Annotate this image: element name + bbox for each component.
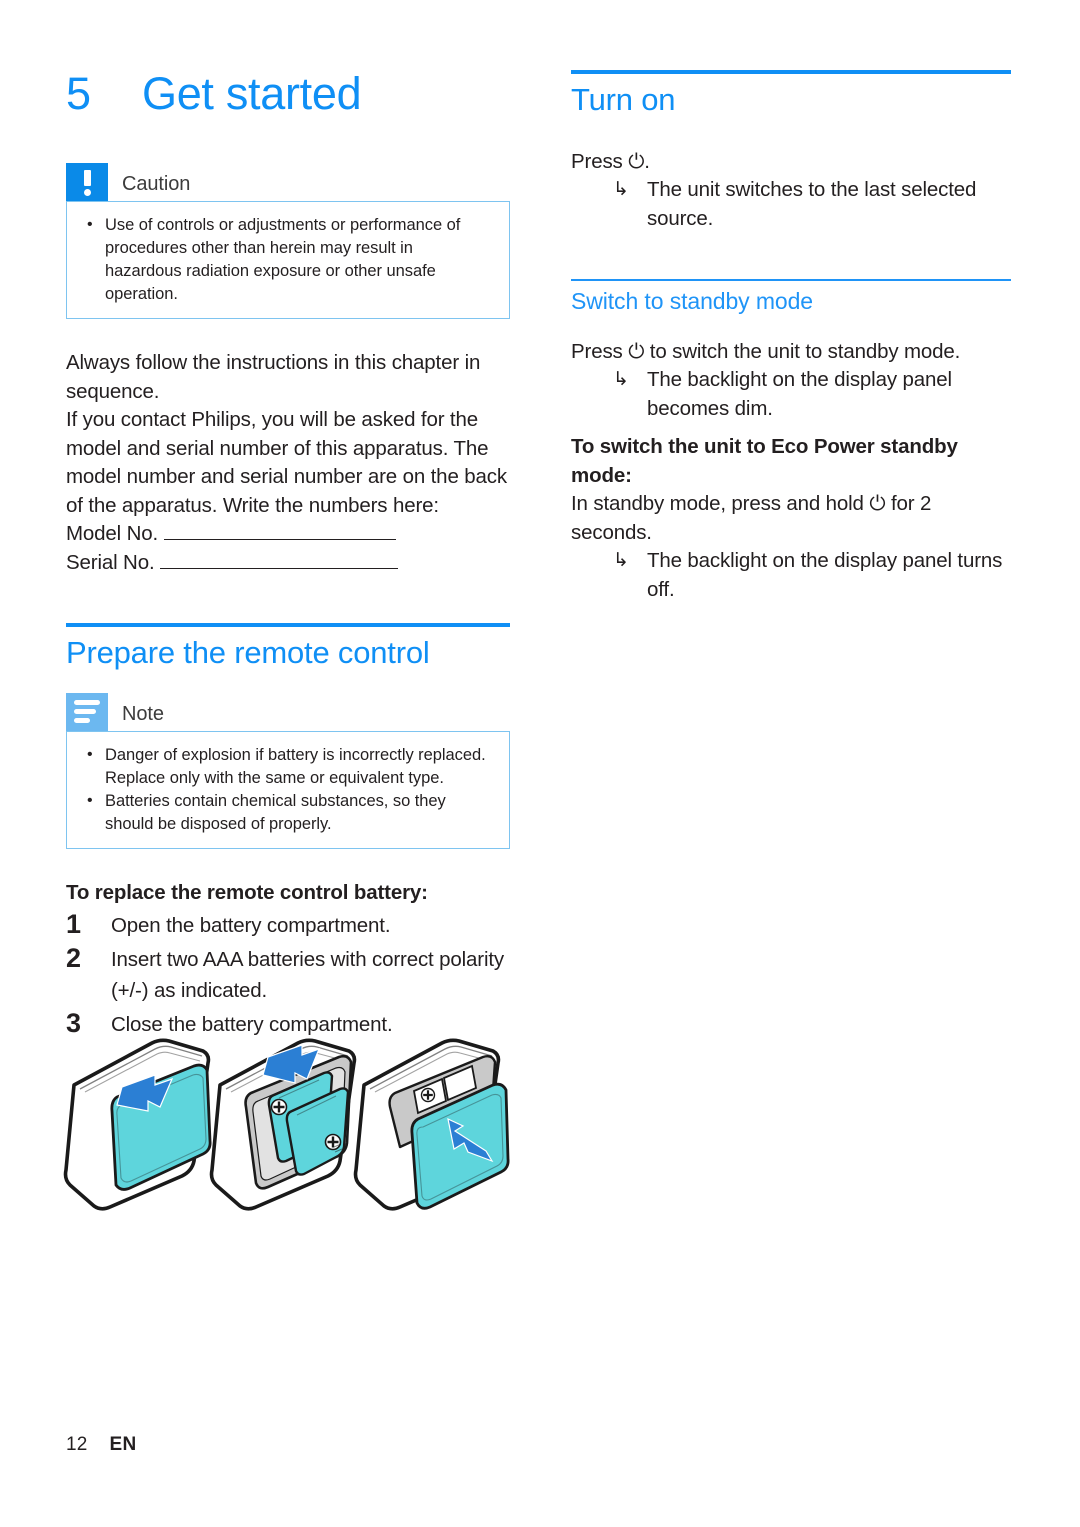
result-text: The unit switches to the last selected s… xyxy=(647,178,977,230)
caution-callout-header: Caution xyxy=(66,163,510,202)
right-column: Turn on Press ⏻. ↳ The unit switches to … xyxy=(571,70,1011,604)
footer-page-number: 12 xyxy=(66,1434,88,1455)
step-text: Open the battery compartment. xyxy=(111,914,391,938)
result-arrow-icon: ↳ xyxy=(613,179,629,201)
remote-step-3 xyxy=(353,1038,510,1211)
steps-lead: To replace the remote control battery: xyxy=(66,880,428,904)
manual-page: 5 Get started Caution Use of controls or… xyxy=(0,0,1080,1527)
caution-list: Use of controls or adjustments or perfor… xyxy=(81,213,493,306)
left-column: 5 Get started Caution Use of controls or… xyxy=(66,70,510,1040)
remote-step-2 xyxy=(209,1038,357,1211)
chapter-heading: 5 Get started xyxy=(66,68,510,119)
eco-power-heading: To switch the unit to Eco Power standby … xyxy=(571,435,958,487)
serial-number-blank[interactable] xyxy=(160,551,399,569)
standby-result: ↳ The backlight on the display panel bec… xyxy=(571,366,1011,423)
step-number: 1 xyxy=(66,909,82,940)
section-rule xyxy=(571,70,1011,74)
footer-language: EN xyxy=(109,1434,137,1455)
chapter-title: Get started xyxy=(142,68,362,119)
note-lines-icon xyxy=(66,692,108,731)
section-rule xyxy=(66,623,510,628)
result-arrow-icon: ↳ xyxy=(613,369,629,391)
list-item: 2 Insert two AAA batteries with correct … xyxy=(66,941,510,1006)
serial-label: Serial No. xyxy=(66,550,155,574)
battery-plus-terminal xyxy=(324,1133,342,1151)
result-text: The backlight on the display panel turns… xyxy=(647,549,1003,601)
page-footer: 12 EN xyxy=(66,1434,137,1456)
list-item: Batteries contain chemical substances, s… xyxy=(81,789,493,836)
note-callout: Note Danger of explosion if battery is i… xyxy=(66,692,510,849)
intro-paragraph-1: Always follow the instructions in this c… xyxy=(66,351,481,403)
list-item: 1 Open the battery compartment. xyxy=(66,907,510,941)
eco-power-result: ↳ The backlight on the display panel tur… xyxy=(571,547,1011,604)
remote-battery-illustration xyxy=(63,1038,510,1211)
numbered-steps: 1 Open the battery compartment. 2 Insert… xyxy=(66,907,510,1040)
turn-on-instruction: Press ⏻. xyxy=(571,149,650,173)
caution-callout-body: Use of controls or adjustments or perfor… xyxy=(66,201,510,320)
battery-plus-terminal xyxy=(270,1098,288,1116)
note-label: Note xyxy=(122,702,164,725)
subsection-rule xyxy=(571,279,1011,282)
eco-power-instruction: In standby mode, press and hold ⏻ for 2 … xyxy=(571,492,932,544)
intro-paragraph-2: If you contact Philips, you will be aske… xyxy=(66,408,507,517)
caution-callout: Caution Use of controls or adjustments o… xyxy=(66,163,510,320)
step-number: 2 xyxy=(66,943,82,974)
standby-instruction: Press ⏻ to switch the unit to standby mo… xyxy=(571,339,961,363)
battery-plus-terminal xyxy=(420,1087,436,1103)
list-item: Use of controls or adjustments or perfor… xyxy=(81,213,493,306)
caution-label: Caution xyxy=(122,173,191,196)
section-title-prepare-remote: Prepare the remote control xyxy=(66,635,430,671)
model-label: Model No. xyxy=(66,522,159,546)
result-text: The backlight on the display panel becom… xyxy=(647,368,952,420)
chapter-number: 5 xyxy=(66,68,91,119)
turn-on-result: ↳ The unit switches to the last selected… xyxy=(571,176,1011,233)
serial-number-line: Serial No. xyxy=(66,549,510,578)
section-title-turn-on: Turn on xyxy=(571,82,676,117)
note-list: Danger of explosion if battery is incorr… xyxy=(81,743,493,836)
model-number-line: Model No. xyxy=(66,520,510,549)
note-callout-body: Danger of explosion if battery is incorr… xyxy=(66,730,510,849)
model-number-blank[interactable] xyxy=(163,522,396,541)
remote-step-1 xyxy=(63,1038,212,1211)
step-text: Insert two AAA batteries with correct po… xyxy=(111,948,505,1003)
remote-battery-figure xyxy=(58,1035,528,1220)
exclamation-icon xyxy=(66,163,108,202)
result-arrow-icon: ↳ xyxy=(613,550,629,572)
subsection-title-standby: Switch to standby mode xyxy=(571,288,813,315)
note-callout-header: Note xyxy=(66,692,510,731)
list-item: Danger of explosion if battery is incorr… xyxy=(81,743,493,790)
